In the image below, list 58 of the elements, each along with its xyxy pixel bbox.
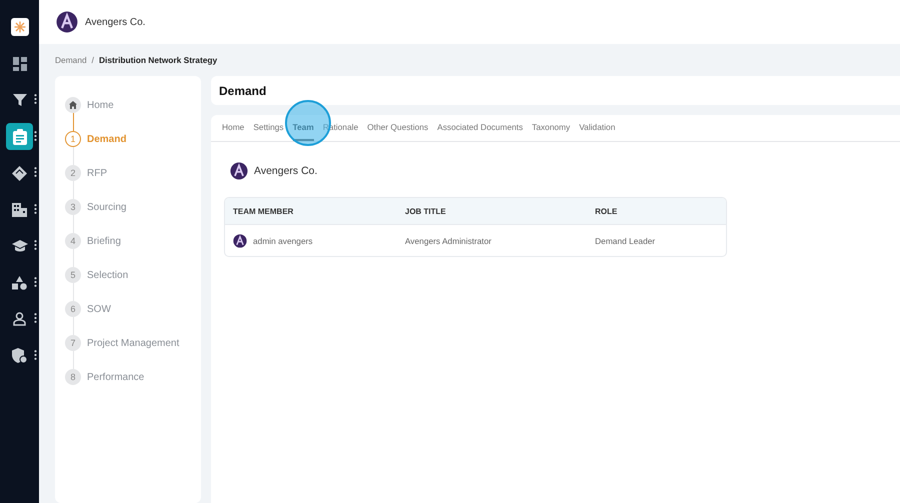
tab[interactable]: Validation — [579, 115, 616, 141]
avatar-logo-icon — [230, 162, 248, 180]
more-icon[interactable] — [34, 276, 37, 287]
building-icon[interactable] — [12, 202, 27, 217]
step-link[interactable]: Briefing — [87, 236, 121, 246]
home-icon[interactable] — [65, 97, 81, 113]
shield-icon[interactable] — [12, 348, 27, 364]
table-cell-text: Demand Leader — [595, 236, 656, 246]
graduation-cap-icon[interactable] — [12, 240, 28, 253]
step-link[interactable]: Performance — [87, 372, 144, 382]
breadcrumb-separator: / — [92, 55, 94, 66]
step-link[interactable]: Demand — [87, 134, 126, 144]
sun-logo-icon[interactable] — [10, 18, 28, 36]
column-header: JOB TITLE — [405, 206, 447, 216]
tab[interactable]: Settings — [253, 115, 284, 141]
avatar-logo-icon — [56, 11, 78, 33]
tab[interactable]: Associated Documents — [437, 115, 523, 141]
breadcrumb-current: Distribution Network Strategy — [98, 55, 218, 66]
step-number: 4 — [65, 233, 81, 249]
avatar-logo-icon — [233, 234, 247, 248]
more-icon[interactable] — [34, 94, 37, 104]
diamond-tag-icon[interactable] — [12, 166, 27, 181]
company-name: Avengers Co. — [254, 165, 318, 177]
shapes-icon[interactable] — [12, 276, 27, 290]
table-cell: admin avengers — [253, 236, 313, 246]
column-header: ROLE — [595, 206, 618, 216]
filter-icon[interactable] — [12, 93, 26, 108]
table-cell-text: Avengers Administrator — [405, 236, 492, 246]
step-number: 1 — [65, 131, 81, 147]
tab[interactable]: Home — [222, 115, 244, 141]
step-link[interactable]: Selection — [87, 270, 128, 280]
step-number: 3 — [65, 199, 81, 215]
more-icon[interactable] — [34, 204, 37, 214]
step-link[interactable]: RFP — [87, 168, 107, 178]
company-name: Avengers Co. — [85, 16, 146, 28]
tab[interactable]: Other Questions — [367, 115, 428, 141]
step-link[interactable]: SOW — [87, 304, 111, 314]
tab[interactable]: Taxonomy — [532, 115, 570, 141]
more-icon[interactable] — [34, 130, 37, 141]
more-icon[interactable] — [34, 313, 37, 324]
step-number: 7 — [65, 335, 81, 351]
step-number: 5 — [65, 267, 81, 283]
dashboard-icon[interactable] — [12, 56, 26, 71]
more-icon[interactable] — [34, 240, 37, 250]
more-icon[interactable] — [34, 167, 37, 178]
tab[interactable]: Team — [292, 115, 314, 141]
breadcrumb-link[interactable]: Demand — [55, 55, 87, 66]
step-number: 2 — [65, 165, 81, 181]
step-link[interactable]: Sourcing — [87, 202, 126, 212]
more-icon[interactable] — [34, 350, 37, 360]
page-title: Demand — [211, 76, 900, 105]
step-number: 6 — [65, 301, 81, 317]
step-link[interactable]: Project Management — [87, 338, 180, 348]
column-header: TEAM MEMBER — [233, 206, 294, 216]
step-number: 8 — [65, 369, 81, 385]
person-icon[interactable] — [13, 312, 26, 326]
clipboard-icon[interactable] — [12, 128, 26, 145]
step-link[interactable]: Home — [87, 100, 114, 110]
